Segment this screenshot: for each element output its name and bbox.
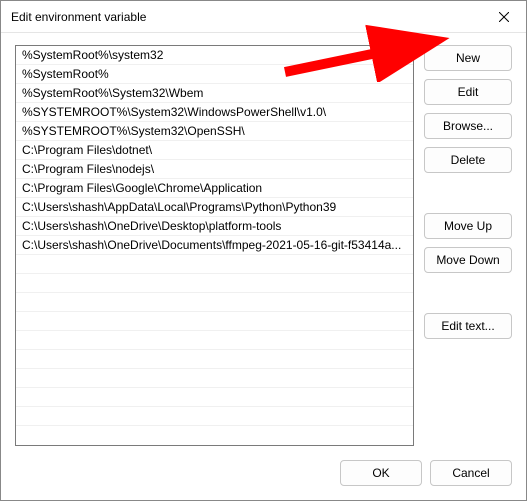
list-item[interactable]: %SystemRoot%: [16, 65, 413, 84]
dialog-footer: OK Cancel: [15, 446, 512, 486]
new-button[interactable]: New: [424, 45, 512, 71]
dialog-body: %SystemRoot%\system32 %SystemRoot% %Syst…: [1, 33, 526, 500]
dialog-window: Edit environment variable %SystemRoot%\s…: [0, 0, 527, 501]
list-item-empty[interactable]: .: [16, 293, 413, 312]
move-up-button[interactable]: Move Up: [424, 213, 512, 239]
browse-button[interactable]: Browse...: [424, 113, 512, 139]
list-item-empty[interactable]: .: [16, 388, 413, 407]
list-item[interactable]: %SYSTEMROOT%\System32\WindowsPowerShell\…: [16, 103, 413, 122]
list-item[interactable]: %SystemRoot%\system32: [16, 46, 413, 65]
button-gap: [424, 281, 512, 305]
cancel-button[interactable]: Cancel: [430, 460, 512, 486]
list-item[interactable]: C:\Users\shash\AppData\Local\Programs\Py…: [16, 198, 413, 217]
edit-text-button[interactable]: Edit text...: [424, 313, 512, 339]
list-item[interactable]: C:\Users\shash\OneDrive\Documents\ffmpeg…: [16, 236, 413, 255]
list-item[interactable]: %SystemRoot%\System32\Wbem: [16, 84, 413, 103]
delete-button[interactable]: Delete: [424, 147, 512, 173]
main-row: %SystemRoot%\system32 %SystemRoot% %Syst…: [15, 45, 512, 446]
window-title: Edit environment variable: [11, 10, 146, 24]
button-gap: [424, 181, 512, 205]
list-item-empty[interactable]: .: [16, 331, 413, 350]
list-item[interactable]: C:\Users\shash\OneDrive\Desktop\platform…: [16, 217, 413, 236]
side-button-column: New Edit Browse... Delete Move Up Move D…: [424, 45, 512, 446]
list-item-empty[interactable]: .: [16, 369, 413, 388]
list-item-empty[interactable]: .: [16, 350, 413, 369]
list-item[interactable]: C:\Program Files\nodejs\: [16, 160, 413, 179]
close-icon: [499, 12, 509, 22]
edit-button[interactable]: Edit: [424, 79, 512, 105]
path-listbox[interactable]: %SystemRoot%\system32 %SystemRoot% %Syst…: [15, 45, 414, 446]
list-item[interactable]: C:\Program Files\dotnet\: [16, 141, 413, 160]
close-button[interactable]: [481, 2, 526, 32]
ok-button[interactable]: OK: [340, 460, 422, 486]
list-item[interactable]: C:\Program Files\Google\Chrome\Applicati…: [16, 179, 413, 198]
list-inner: %SystemRoot%\system32 %SystemRoot% %Syst…: [16, 46, 413, 426]
titlebar: Edit environment variable: [1, 1, 526, 33]
list-item[interactable]: %SYSTEMROOT%\System32\OpenSSH\: [16, 122, 413, 141]
move-down-button[interactable]: Move Down: [424, 247, 512, 273]
list-item-empty[interactable]: .: [16, 407, 413, 426]
list-item-empty[interactable]: .: [16, 312, 413, 331]
list-item-empty[interactable]: .: [16, 255, 413, 274]
list-item-empty[interactable]: .: [16, 274, 413, 293]
